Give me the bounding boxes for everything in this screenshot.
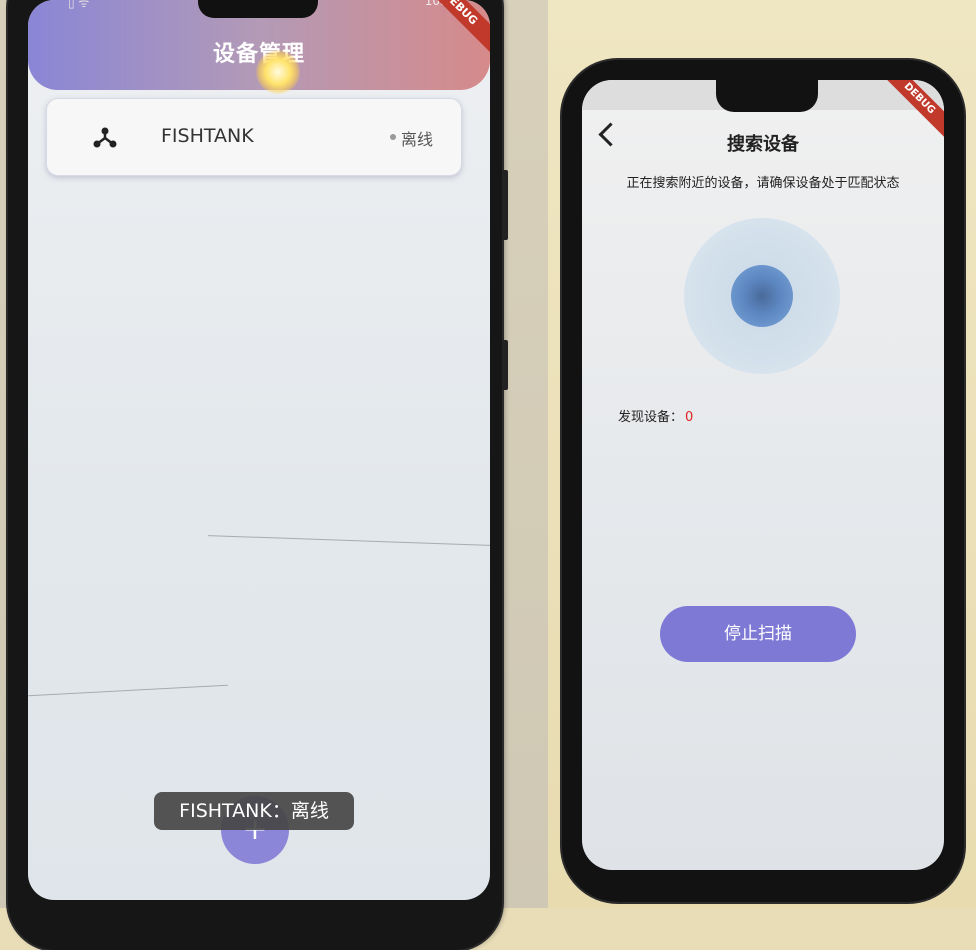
right-screen: DEBUG 搜索设备 正在搜索附近的设备，请确保设备处于匹配状态 发现设备： 0 … [582, 80, 944, 870]
radar-center [731, 265, 793, 327]
device-node-icon [93, 127, 117, 148]
left-screen: 设备管理 ▯ ᯤ 10: DEBUG FISHTANK 离线 + FISHTAN… [28, 0, 490, 900]
found-devices: 发现设备： 0 [618, 406, 693, 425]
search-hint: 正在搜索附近的设备，请确保设备处于匹配状态 [626, 176, 900, 191]
screen-crack [28, 684, 228, 697]
status-icons-left: ▯ ᯤ [68, 0, 90, 10]
notch [716, 80, 818, 112]
light-flare [256, 50, 300, 94]
device-name: FISHTANK [161, 125, 254, 147]
device-list-item[interactable]: FISHTANK 离线 [46, 98, 462, 176]
notch [198, 0, 318, 18]
toast-message: FISHTANK：离线 [154, 792, 354, 830]
stop-scan-button[interactable]: 停止扫描 [660, 606, 856, 662]
page-title: 搜索设备 [727, 134, 799, 155]
found-label: 发现设备： [618, 410, 684, 425]
found-count: 0 [685, 410, 694, 425]
device-status: 离线 [401, 130, 434, 149]
right-phone: DEBUG 搜索设备 正在搜索附近的设备，请确保设备处于匹配状态 发现设备： 0 … [562, 60, 964, 902]
left-phone: 设备管理 ▯ ᯤ 10: DEBUG FISHTANK 离线 + FISHTAN… [8, 0, 508, 950]
status-dot [390, 134, 396, 140]
screen-crack [208, 535, 490, 546]
power-button [502, 340, 508, 390]
volume-button [502, 170, 508, 240]
